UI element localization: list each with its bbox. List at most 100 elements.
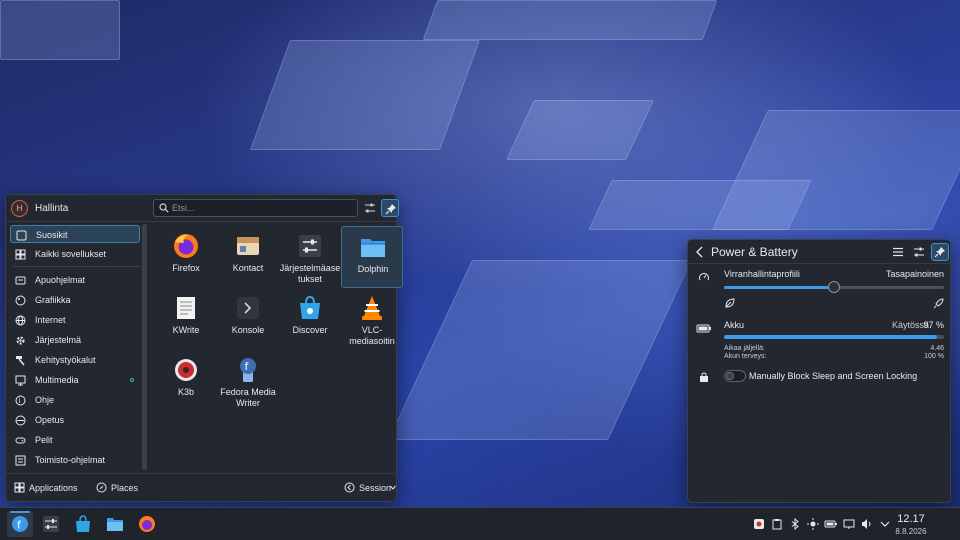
graphics-icon (15, 295, 26, 306)
app-discover[interactable]: Discover (279, 288, 341, 350)
category-label: Kehitystyökalut (35, 355, 96, 365)
back-icon[interactable] (694, 245, 706, 259)
bluetooth-icon[interactable] (789, 518, 801, 530)
divider (13, 266, 141, 267)
rocket-icon[interactable] (933, 297, 945, 309)
app-vlc[interactable]: VLC-mediasoitin (341, 288, 403, 350)
app-label: KWrite (172, 325, 200, 335)
category-apuohjelmat[interactable]: Apuohjelmat (10, 271, 140, 289)
application-launcher: H Hallinta Suosikit (5, 194, 403, 502)
accessories-icon (15, 276, 26, 285)
category-opetus[interactable]: Opetus (10, 411, 140, 429)
category-toimisto-ohjelmat[interactable]: Toimisto-ohjelmat (10, 451, 140, 469)
settings-sliders-icon (365, 203, 375, 213)
display-icon[interactable] (843, 518, 855, 530)
category-internet[interactable]: Internet (10, 311, 140, 329)
category-pelit[interactable]: Pelit (10, 431, 140, 449)
avatar[interactable]: H (11, 200, 28, 217)
app-k3b[interactable]: K3b (155, 350, 217, 412)
settings-sliders-icon[interactable] (913, 246, 925, 258)
applications-tab-label: Applications (29, 483, 78, 493)
app-system-settings[interactable]: Järjestelmäase tukset (279, 226, 341, 288)
power-profile-slider[interactable] (724, 281, 944, 293)
k3b-icon (175, 359, 197, 381)
leaf-icon[interactable] (724, 297, 736, 309)
app-konsole[interactable]: Konsole (217, 288, 279, 350)
app-label: K3b (177, 387, 194, 397)
fedora-media-writer-icon: f (240, 358, 256, 382)
grid-icon (15, 249, 26, 260)
pin-button[interactable] (931, 243, 949, 261)
active-indicator (10, 511, 30, 513)
chevron-down-icon (390, 485, 396, 490)
taskbar-discover[interactable] (70, 511, 96, 537)
category-ohje[interactable]: i Ohje (10, 391, 140, 409)
user-name: Hallinta (35, 203, 69, 214)
clipboard-icon[interactable] (771, 518, 783, 530)
pin-button[interactable] (381, 199, 399, 217)
session-icon (344, 482, 355, 493)
category-label: Opetus (35, 415, 65, 425)
app-dolphin[interactable]: Dolphin (341, 226, 403, 288)
panel-title: Power & Battery (711, 245, 798, 259)
category-multimedia[interactable]: Multimedia (10, 371, 140, 389)
category-label: Ohje (35, 395, 55, 405)
taskbar-dolphin[interactable] (102, 511, 128, 537)
category-suosikit[interactable]: Suosikit (10, 225, 140, 243)
time-left-value: 4.46 (930, 345, 944, 352)
category-label: Multimedia (35, 375, 79, 385)
app-firefox[interactable]: Firefox (155, 226, 217, 288)
office-icon (15, 455, 26, 466)
firefox-icon (174, 234, 198, 258)
chevron-down-icon[interactable] (879, 518, 891, 530)
dolphin-folder-icon (361, 239, 385, 257)
volume-icon[interactable] (861, 518, 873, 530)
launcher-footer: Applications Places Session (6, 473, 396, 502)
slider-handle[interactable] (828, 281, 840, 293)
clock-time[interactable]: 12.17 (893, 513, 929, 525)
applications-tab[interactable]: Applications (8, 479, 80, 497)
search-input[interactable] (172, 201, 352, 215)
taskbar-launcher-button[interactable]: f (7, 511, 33, 537)
category-kaikki-sovellukset[interactable]: Kaikki sovellukset (10, 245, 140, 263)
category-jarjestelma[interactable]: Järjestelmä (10, 331, 140, 349)
bookmark-icon (16, 230, 27, 241)
category-kehitystyokalut[interactable]: Kehitystyökalut (10, 351, 140, 369)
app-kwrite[interactable]: KWrite (155, 288, 217, 350)
battery-icon[interactable] (824, 518, 838, 530)
app-kontact[interactable]: Kontact (217, 226, 279, 288)
battery-icon (696, 324, 711, 333)
app-fedora-media-writer[interactable]: f Fedora Media Writer (217, 350, 279, 412)
category-label: Internet (35, 315, 66, 325)
app-label: Firefox (172, 263, 200, 273)
category-grafiikka[interactable]: Grafiikka (10, 291, 140, 309)
search-field[interactable] (153, 199, 358, 217)
vault-icon[interactable] (753, 518, 765, 530)
kontact-icon (237, 237, 259, 255)
brightness-icon[interactable] (807, 518, 819, 530)
app-label: Järjestelmäase tukset (279, 263, 341, 284)
sidebar-scrollbar[interactable] (142, 224, 147, 470)
dolphin-folder-icon (107, 518, 123, 531)
discover-icon (76, 515, 90, 532)
menu-icon[interactable] (892, 246, 904, 258)
time-left-label: Aikaa jäljellä: (724, 345, 765, 352)
battery-percent: 97 % (923, 320, 944, 330)
hammer-icon (16, 356, 25, 366)
configure-button[interactable] (361, 199, 379, 217)
battery-level-bar (724, 335, 944, 339)
multimedia-icon (15, 375, 26, 386)
category-sidebar: Suosikit Kaikki sovellukset Apuohjelmat … (9, 224, 142, 470)
category-label: Suosikit (36, 230, 68, 240)
taskbar-firefox[interactable] (134, 511, 160, 537)
kwrite-icon (177, 297, 195, 319)
app-label: Kontact (232, 263, 264, 273)
block-sleep-toggle[interactable] (724, 370, 746, 382)
clock-date: 8.8.2026 (895, 527, 927, 536)
taskbar-system-settings[interactable] (38, 511, 64, 537)
places-tab[interactable]: Places (90, 479, 142, 497)
session-button[interactable]: Session (338, 479, 396, 497)
discover-icon (300, 295, 320, 319)
power-profile-label: Virranhallintaprofiili (724, 269, 800, 279)
power-panel-header: Power & Battery (688, 240, 950, 264)
